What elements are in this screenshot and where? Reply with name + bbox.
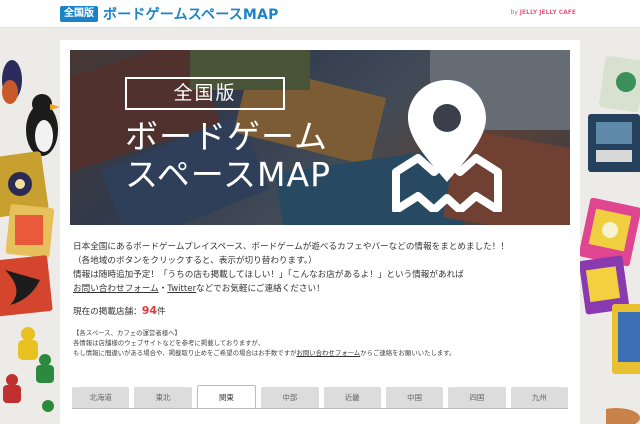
map-pin-icon bbox=[392, 80, 502, 212]
store-count-label: 現在の掲載店舗： bbox=[73, 307, 142, 317]
hero-banner: 全国版 ボードゲーム スペースMAP bbox=[70, 50, 570, 225]
contact-form-link[interactable]: お問い合わせフォーム bbox=[73, 284, 159, 294]
game-card-icon bbox=[606, 304, 640, 424]
twitter-link[interactable]: Twitter bbox=[167, 284, 196, 294]
tab-chugoku[interactable]: 中国 bbox=[385, 387, 444, 409]
game-card-icon bbox=[588, 114, 640, 172]
site-header: 全国版 ボードゲームスペースMAP by JELLY JELLY CAFE bbox=[0, 0, 640, 28]
intro-line: 日本全国にあるボードゲームプレイスペース、ボードゲームが遊べるカフェやバーなどの… bbox=[73, 242, 509, 252]
tab-chubu[interactable]: 中部 bbox=[261, 387, 319, 409]
edition-badge: 全国版 bbox=[60, 6, 98, 22]
intro-line: 情報は随時追加予定！「うちの店も掲載してほしい！」「こんなお店があるよ！」という… bbox=[73, 270, 464, 280]
tab-shikoku[interactable]: 四国 bbox=[448, 387, 506, 409]
intro-line-suffix: などでお気軽にご連絡ください！ bbox=[196, 284, 325, 294]
tab-kyushu[interactable]: 九州 bbox=[510, 387, 568, 409]
notice-line-prefix: もし情報に間違いがある場合や、掲載取り止めをご希望の場合はお手数ですが bbox=[73, 349, 297, 357]
notice-line: 各情報は店舗様のウェブサイトなどを参考に掲載しておりますが、 bbox=[73, 339, 265, 347]
main-card: 全国版 ボードゲーム スペースMAP 日本全国にあるボードゲームプレイスペース、… bbox=[60, 40, 580, 424]
store-count-unit: 件 bbox=[157, 307, 166, 317]
tab-tohoku[interactable]: 東北 bbox=[134, 387, 192, 409]
store-count: 現在の掲載店舗：94件 bbox=[73, 304, 166, 317]
intro-line: （各地域のボタンをクリックすると、表示が切り替わります。） bbox=[73, 256, 317, 266]
hero-title-line2: スペースMAP bbox=[125, 155, 331, 194]
region-tabs: 北海道 東北 関東 中部 近畿 中国 四国 九州 bbox=[72, 385, 568, 409]
notice-line: もし情報に間違いがある場合や、掲載取り止めをご希望の場合はお手数ですがお問い合わ… bbox=[73, 348, 455, 358]
tab-kinki[interactable]: 近畿 bbox=[323, 387, 381, 409]
penguin-figure-icon bbox=[2, 60, 60, 156]
contact-form-link[interactable]: お問い合わせフォーム bbox=[296, 349, 360, 357]
notice-line-suffix: からご連絡をお願いいたします。 bbox=[360, 349, 456, 357]
tabs-divider bbox=[72, 408, 568, 409]
brand-link[interactable]: JELLY JELLY CAFE bbox=[520, 9, 576, 16]
operator-notice: 【各スペース、カフェの運営者様へ】 各情報は店舗様のウェブサイトなどを参考に掲載… bbox=[73, 328, 455, 358]
game-card-icon bbox=[0, 204, 55, 317]
tab-hokkaido[interactable]: 北海道 bbox=[72, 387, 130, 409]
meeple-icon bbox=[3, 327, 54, 412]
notice-heading: 【各スペース、カフェの運営者様へ】 bbox=[73, 329, 181, 337]
byline-prefix: by bbox=[510, 9, 518, 16]
store-count-number: 94 bbox=[141, 304, 158, 317]
byline: by JELLY JELLY CAFE bbox=[511, 9, 576, 16]
separator: ・ bbox=[158, 284, 168, 294]
site-title[interactable]: ボードゲームスペースMAP bbox=[103, 4, 279, 24]
hero-title: ボードゲーム スペースMAP bbox=[125, 118, 331, 194]
intro-text: 日本全国にあるボードゲームプレイスペース、ボードゲームが遊べるカフェやバーなどの… bbox=[73, 240, 509, 296]
hero-title-line1: ボードゲーム bbox=[125, 117, 329, 156]
tab-kanto[interactable]: 関東 bbox=[196, 385, 257, 409]
intro-line: お問い合わせフォーム・Twitterなどでお気軽にご連絡ください！ bbox=[73, 282, 509, 296]
hero-edition-label: 全国版 bbox=[125, 77, 285, 110]
